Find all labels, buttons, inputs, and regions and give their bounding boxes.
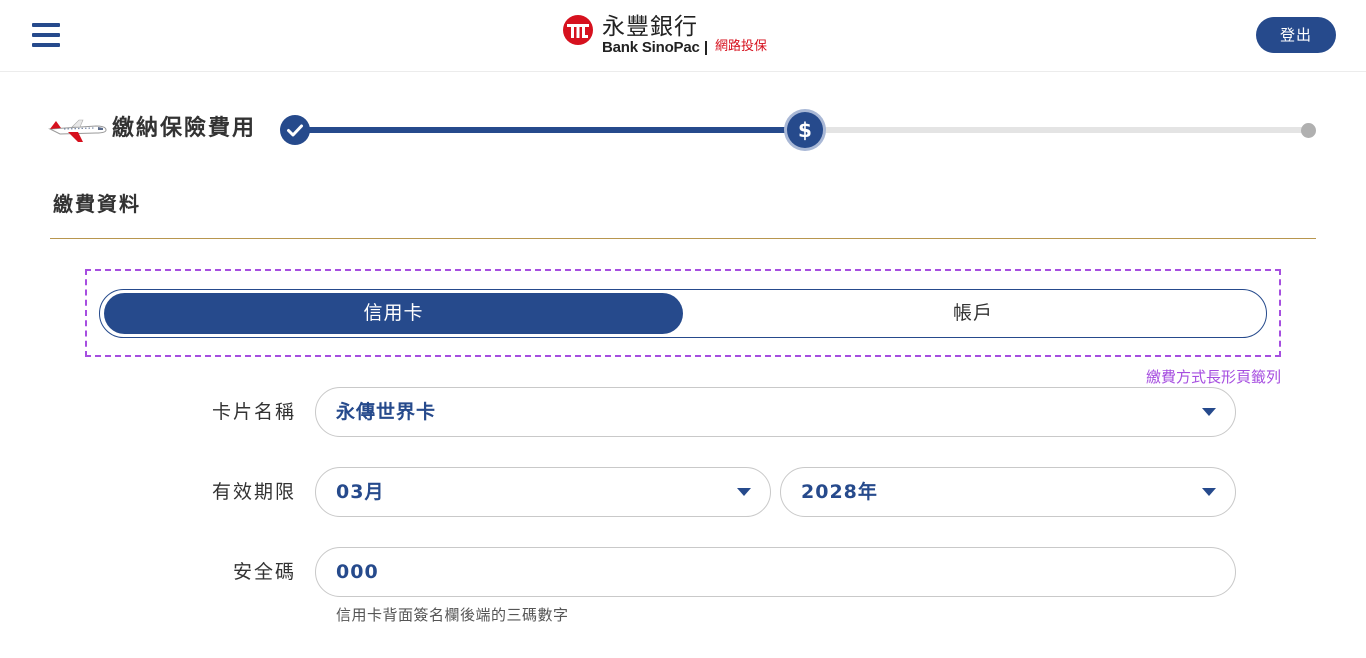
- logo-english-name: Bank SinoPac: [602, 39, 700, 56]
- svg-text:$: $: [798, 118, 812, 142]
- expiry-year-value: 2028年: [801, 481, 878, 503]
- step-final: [1301, 123, 1316, 138]
- logout-button[interactable]: 登出: [1256, 17, 1336, 53]
- section-title: 繳費資料: [53, 192, 141, 216]
- payment-method-tabs: 信用卡 帳戶: [99, 289, 1267, 338]
- cvv-hint: 信用卡背面簽名欄後端的三碼數字: [336, 606, 569, 624]
- expiry-label: 有效期限: [211, 481, 296, 503]
- airplane-icon: [48, 119, 107, 142]
- card-name-select[interactable]: 永傳世界卡: [315, 387, 1236, 437]
- check-icon: [287, 124, 303, 137]
- cvv-label: 安全碼: [232, 561, 296, 583]
- bank-logo[interactable]: 永豐銀行 Bank SinoPac 網路投保: [562, 13, 782, 59]
- hamburger-line: [32, 23, 60, 27]
- step-completed: [280, 115, 310, 145]
- dollar-icon: $: [798, 118, 812, 142]
- cvv-value: 000: [336, 561, 379, 583]
- hamburger-menu-icon[interactable]: [32, 22, 60, 48]
- logo-subtitle: 網路投保: [715, 39, 768, 54]
- section-divider: [50, 238, 1316, 239]
- cvv-input[interactable]: 000: [315, 547, 1236, 597]
- hamburger-line: [32, 33, 60, 37]
- sinopac-logo-mark-icon: [563, 15, 593, 45]
- expiry-month-select[interactable]: 03月: [315, 467, 771, 517]
- tab-bank-account[interactable]: 帳戶: [683, 293, 1263, 334]
- top-header: 永豐銀行 Bank SinoPac 網路投保 登出: [0, 0, 1366, 72]
- expiry-month-value: 03月: [336, 481, 385, 503]
- expiry-year-select[interactable]: 2028年: [780, 467, 1236, 517]
- tab-credit-card[interactable]: 信用卡: [104, 293, 683, 334]
- card-name-label: 卡片名稱: [211, 401, 296, 423]
- chevron-down-icon: [1202, 408, 1216, 416]
- logo-separator: [705, 41, 707, 55]
- progress-title: 繳納保險費用: [112, 116, 257, 141]
- hamburger-line: [32, 43, 60, 47]
- step-current: $: [787, 112, 823, 148]
- chevron-down-icon: [737, 488, 751, 496]
- tab-annotation-label: 繳費方式長形頁籤列: [1145, 368, 1281, 386]
- chevron-down-icon: [1202, 488, 1216, 496]
- card-name-value: 永傳世界卡: [336, 401, 437, 423]
- logo-chinese-name: 永豐銀行: [602, 14, 698, 40]
- progress-track-filled: [295, 127, 805, 133]
